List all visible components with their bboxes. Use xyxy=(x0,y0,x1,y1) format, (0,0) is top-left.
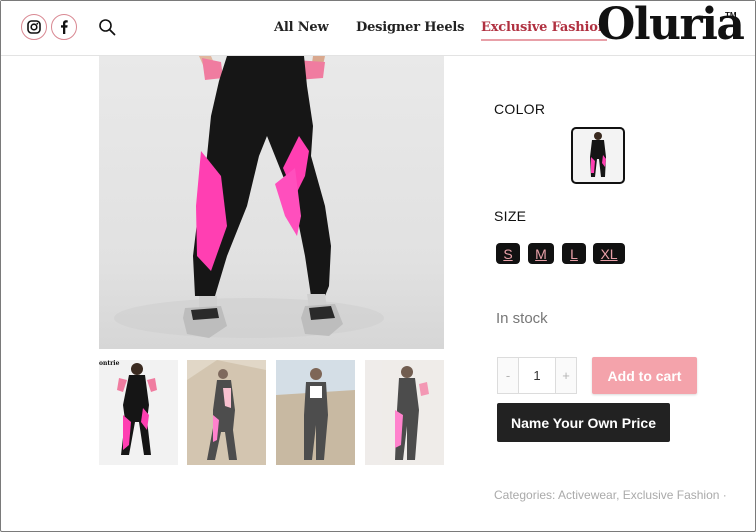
color-swatch-selected[interactable] xyxy=(571,127,625,184)
product-thumbnail-1[interactable]: ontrie xyxy=(99,360,178,465)
facebook-icon xyxy=(61,20,68,34)
site-header: All New Designer Heels Exclusive Fashion… xyxy=(1,0,755,56)
quantity-input[interactable]: 1 xyxy=(518,358,556,393)
size-option-xl[interactable]: XL xyxy=(593,243,625,264)
thumbnail-photo-4 xyxy=(395,366,429,460)
nav-designer-heels[interactable]: Designer Heels xyxy=(356,20,464,35)
color-label: COLOR xyxy=(494,101,546,117)
add-to-cart-button[interactable]: Add to cart xyxy=(592,357,697,394)
swatch-photo xyxy=(590,132,606,177)
quantity-decrease-button[interactable]: - xyxy=(498,358,518,393)
product-thumbnail-2[interactable] xyxy=(187,360,266,465)
instagram-link[interactable] xyxy=(21,14,47,40)
thumbnail-photo-2 xyxy=(187,360,266,465)
size-option-s[interactable]: S xyxy=(496,243,520,264)
stock-status: In stock xyxy=(496,310,548,327)
product-main-image[interactable] xyxy=(99,56,444,349)
quantity-stepper: - 1 + xyxy=(497,357,577,394)
size-label: SIZE xyxy=(494,208,527,224)
trademark-symbol: TM xyxy=(725,11,737,20)
thumbnail-photo-3 xyxy=(276,360,355,465)
product-categories: Categories: Activewear, Exclusive Fashio… xyxy=(494,488,727,502)
nav-exclusive-fashion[interactable]: Exclusive Fashion xyxy=(481,20,607,41)
size-option-m[interactable]: M xyxy=(528,243,554,264)
facebook-link[interactable] xyxy=(51,14,77,40)
product-thumbnail-4[interactable] xyxy=(365,360,444,465)
name-your-own-price-button[interactable]: Name Your Own Price xyxy=(497,403,670,442)
instagram-icon xyxy=(27,20,41,34)
search-icon[interactable] xyxy=(98,18,116,36)
thumbnail-photo-1 xyxy=(117,363,157,455)
quantity-increase-button[interactable]: + xyxy=(556,358,576,393)
product-photo xyxy=(114,56,384,338)
site-logo[interactable]: Oluria xyxy=(597,0,745,50)
size-option-l[interactable]: L xyxy=(562,243,586,264)
product-thumbnail-3[interactable] xyxy=(276,360,355,465)
thumbnail-brand-text: ontrie xyxy=(99,360,120,367)
nav-all-new[interactable]: All New xyxy=(274,20,329,35)
